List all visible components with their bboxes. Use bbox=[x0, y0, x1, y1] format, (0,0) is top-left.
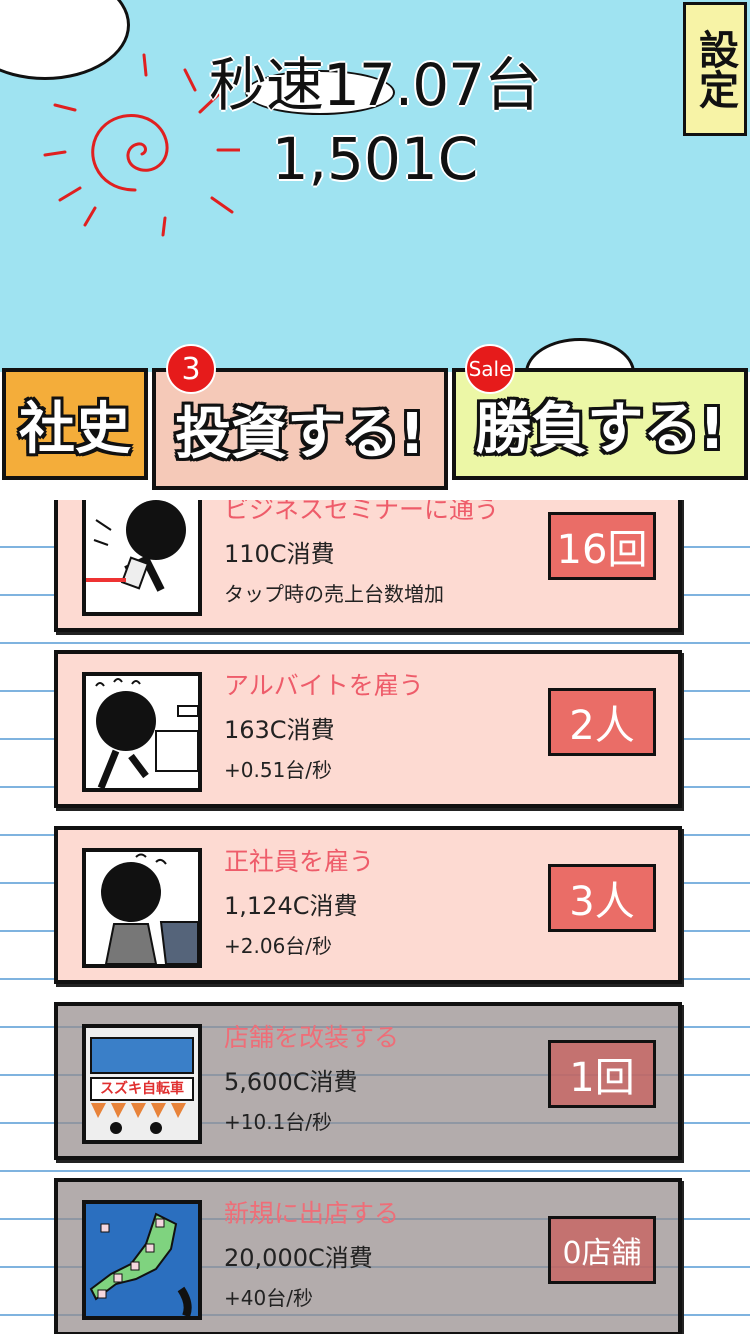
upgrade-card-new-store[interactable]: 新規に出店する 20,000C消費 +40台/秒 0店舗 bbox=[54, 1178, 682, 1334]
sky-header: 秒速17.07台 1,501C bbox=[0, 0, 750, 372]
tab-bar: 社史 投資する! 勝負する! bbox=[0, 368, 750, 492]
upgrade-count-button[interactable]: 16回 bbox=[548, 512, 656, 580]
upgrade-card-part-timer[interactable]: アルバイトを雇う 163C消費 +0.51台/秒 2人 bbox=[54, 650, 682, 808]
map-thumbnail bbox=[82, 1200, 202, 1320]
employee-thumbnail bbox=[82, 848, 202, 968]
upgrade-count-button[interactable]: 0店舗 bbox=[548, 1216, 656, 1284]
upgrade-title: 正社員を雇う bbox=[224, 847, 375, 876]
seminar-thumbnail bbox=[82, 500, 202, 616]
upgrade-title: 店舗を改装する bbox=[224, 1023, 400, 1052]
upgrade-effect: タップ時の売上台数増加 bbox=[224, 582, 444, 606]
upgrade-title: 新規に出店する bbox=[224, 1199, 400, 1228]
upgrade-card-renovate[interactable]: スズキ自転車 店舗を改装する 5,600C消費 +10.1台/秒 1回 bbox=[54, 1002, 682, 1160]
upgrade-count-button[interactable]: 2人 bbox=[548, 688, 656, 756]
sales-rate: 秒速17.07台 bbox=[208, 51, 542, 119]
upgrade-cost: 1,124C消費 bbox=[224, 892, 358, 920]
upgrade-effect: +10.1台/秒 bbox=[224, 1110, 333, 1134]
invest-count-badge: 3 bbox=[166, 344, 216, 394]
upgrade-title: アルバイトを雇う bbox=[224, 671, 424, 700]
upgrade-cost: 110C消費 bbox=[224, 540, 335, 568]
upgrade-effect: +40台/秒 bbox=[224, 1286, 313, 1310]
money-balance: 1,501C bbox=[271, 125, 479, 193]
upgrade-cost: 5,600C消費 bbox=[224, 1068, 358, 1096]
tab-history[interactable]: 社史 bbox=[2, 368, 148, 480]
part-timer-thumbnail bbox=[82, 672, 202, 792]
upgrade-cost: 20,000C消費 bbox=[224, 1244, 373, 1272]
shop-sign: スズキ自転車 bbox=[100, 1081, 184, 1097]
upgrade-count-button[interactable]: 1回 bbox=[548, 1040, 656, 1108]
upgrade-effect: +0.51台/秒 bbox=[224, 758, 333, 782]
upgrade-list[interactable]: ビジネスセミナーに通う 110C消費 タップ時の売上台数増加 16回 アルバイト… bbox=[0, 500, 750, 1334]
upgrade-title: ビジネスセミナーに通う bbox=[224, 500, 500, 524]
upgrade-cost: 163C消費 bbox=[224, 716, 335, 744]
settings-button[interactable]: 設定 bbox=[683, 2, 747, 136]
storefront-thumbnail: スズキ自転車 bbox=[82, 1024, 202, 1144]
cloud-bottom-right bbox=[525, 338, 635, 372]
upgrade-count-button[interactable]: 3人 bbox=[548, 864, 656, 932]
upgrade-card-employee[interactable]: 正社員を雇う 1,124C消費 +2.06台/秒 3人 bbox=[54, 826, 682, 984]
sale-badge: Sale bbox=[465, 344, 515, 394]
upgrade-effect: +2.06台/秒 bbox=[224, 934, 333, 958]
upgrade-card-seminar[interactable]: ビジネスセミナーに通う 110C消費 タップ時の売上台数増加 16回 bbox=[54, 500, 682, 632]
